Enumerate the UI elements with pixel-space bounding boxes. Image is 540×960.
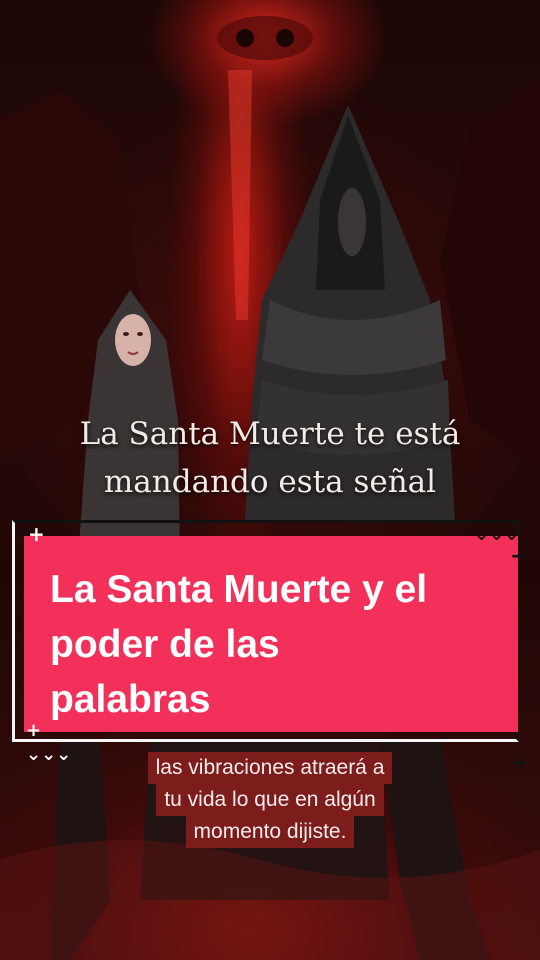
headline-line-1: La Santa Muerte te está (79, 416, 461, 452)
title-line-2: poder de las (50, 623, 280, 666)
red-light-drip (228, 70, 252, 320)
video-frame: La Santa Muerte te está mandando esta se… (0, 0, 540, 960)
title-card: La Santa Muerte y el poder de las palabr… (24, 536, 518, 732)
glowing-mask-symbol (217, 16, 313, 60)
plus-sparkle-bottom-left: + (26, 720, 42, 741)
caption-line-3: momento dijiste. (185, 816, 355, 848)
plus-sparkle-right: + (510, 544, 529, 569)
zigzag-top-right: ⌄⌄⌄ (474, 524, 520, 545)
caption: las vibraciones atraerá a tu vida lo que… (0, 752, 540, 848)
title-line-3: palabras (50, 678, 211, 721)
headline-overlay: La Santa Muerte te está mandando esta se… (0, 410, 540, 506)
caption-line-1: las vibraciones atraerá a (147, 752, 393, 784)
caption-line-2: tu vida lo que en algún (156, 784, 384, 816)
title-card-heading: La Santa Muerte y el poder de las palabr… (50, 562, 510, 727)
plus-sparkle-top-left: + (28, 522, 45, 546)
tall-figure-face (338, 188, 366, 256)
headline-line-2: mandando esta señal (103, 464, 437, 500)
small-figure-face (115, 314, 151, 366)
title-line-1: La Santa Muerte y el (50, 568, 428, 611)
